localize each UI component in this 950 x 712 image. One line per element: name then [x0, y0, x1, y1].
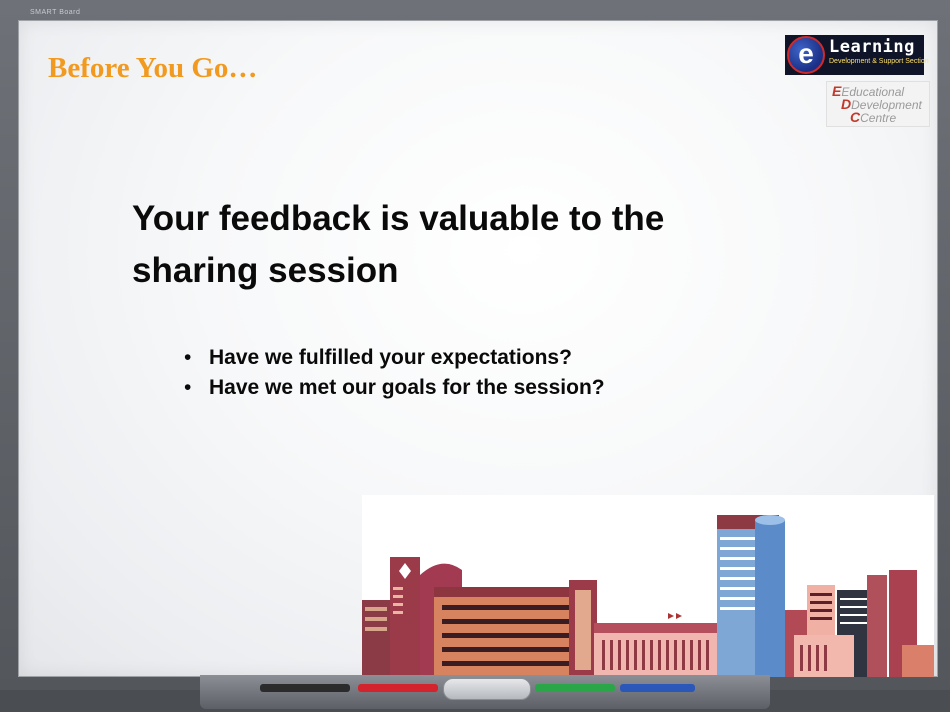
- bullet-text: Have we met our goals for the session?: [209, 376, 605, 399]
- slide-heading: Your feedback is valuable to the sharing…: [132, 199, 665, 290]
- eraser-icon[interactable]: [443, 678, 531, 700]
- elearning-logo-word: Learning: [829, 37, 915, 57]
- bullet-item: • Have we fulfilled your expectations?: [184, 346, 572, 369]
- edc-logo: EEducational DDevelopment CCentre: [826, 81, 930, 127]
- bullet-list: • Have we fulfilled your expectations? • H…: [180, 343, 605, 403]
- blue-pen-icon[interactable]: [620, 684, 695, 692]
- edc-line3: Centre: [860, 111, 897, 125]
- elearning-logo: e Learning Development & Support Section: [785, 35, 929, 75]
- green-pen-icon[interactable]: [535, 684, 615, 692]
- red-pen-icon[interactable]: [358, 684, 438, 692]
- slide-title: Before You Go…: [48, 52, 258, 84]
- bullet-item: • Have we met our goals for the session?: [184, 376, 605, 399]
- board-brand-label: SMART Board: [30, 9, 81, 16]
- elearning-e-icon: e: [787, 36, 825, 74]
- black-pen-icon[interactable]: [260, 684, 350, 692]
- elearning-logo-subtitle: Development & Support Section: [829, 58, 929, 65]
- marker-tray: [200, 675, 770, 709]
- edc-line2: Development: [851, 98, 922, 112]
- city-skyline-image: [362, 495, 934, 677]
- city-skyline-icon: [362, 515, 934, 677]
- bullet-text: Have we fulfilled your expectations?: [209, 346, 572, 369]
